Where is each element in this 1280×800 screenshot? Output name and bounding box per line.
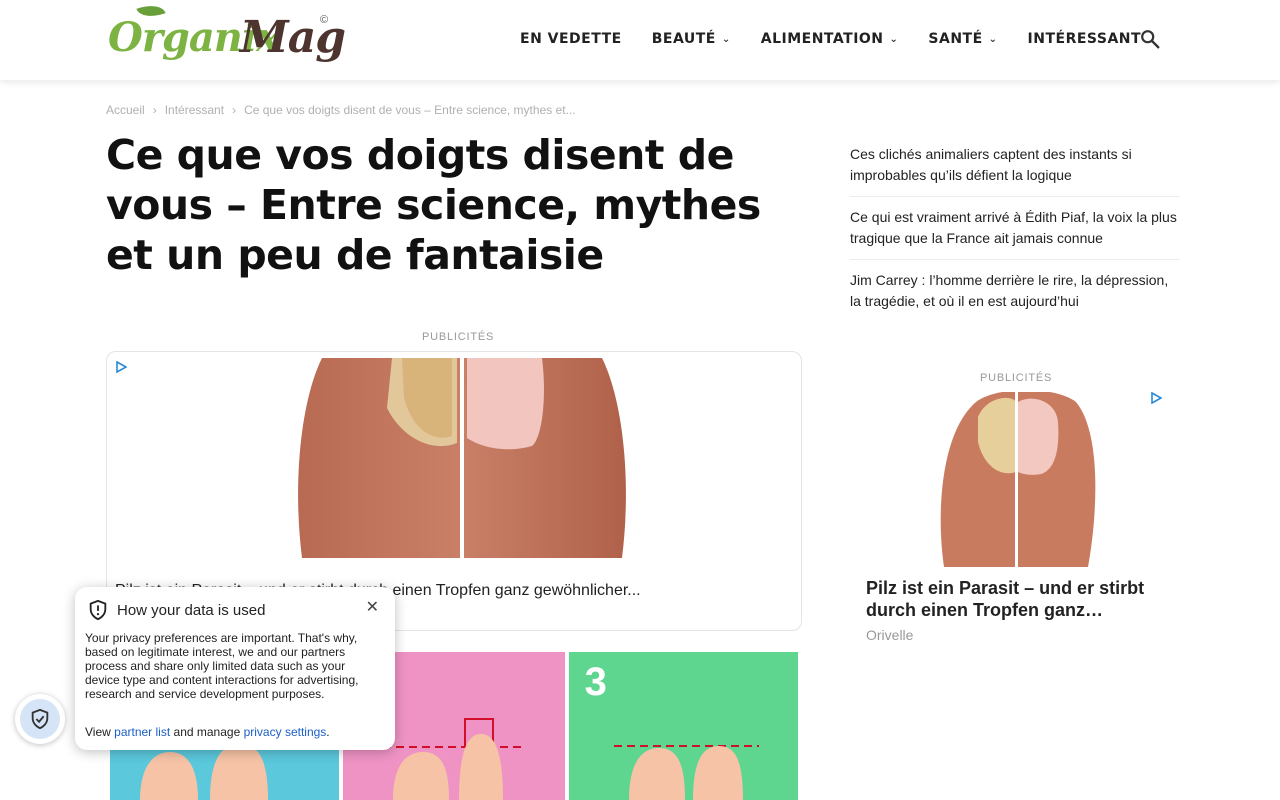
partner-list-link[interactable]: partner list	[114, 725, 170, 739]
sidebar-article-list: Ces clichés animaliers captent des insta…	[850, 144, 1180, 332]
panel-number: 3	[584, 660, 607, 704]
breadcrumb: Accueil › Intéressant › Ce que vos doigt…	[106, 103, 576, 117]
nav-item-alimentation[interactable]: ALIMENTATION ⌄	[761, 31, 899, 47]
privacy-popup: How your data is used ✕ Your privacy pre…	[75, 587, 395, 750]
nav-item-interessant[interactable]: INTÉRESSANT	[1028, 31, 1142, 47]
sidebar-ad-label: PUBLICITÉS	[980, 372, 1053, 384]
breadcrumb-separator: ›	[152, 103, 157, 117]
privacy-shield-button[interactable]	[15, 694, 65, 744]
privacy-header: How your data is used	[87, 599, 265, 621]
nav-item-en-vedette[interactable]: EN VEDETTE	[520, 31, 622, 47]
breadcrumb-current: Ce que vos doigts disent de vous – Entre…	[244, 103, 576, 117]
nav-label: SANTÉ	[928, 31, 983, 47]
privacy-links-middle: and manage	[173, 725, 241, 739]
sidebar-link[interactable]: Ces clichés animaliers captent des insta…	[850, 144, 1180, 197]
site-header: Organix Mag © EN VEDETTE BEAUTÉ ⌄ ALIMENT…	[0, 0, 1280, 80]
chevron-down-icon: ⌄	[889, 33, 899, 45]
nav-label: INTÉRESSANT	[1027, 31, 1142, 47]
nav-item-beaute[interactable]: BEAUTÉ ⌄	[652, 31, 731, 47]
privacy-title: How your data is used	[117, 601, 266, 619]
adchoices-icon[interactable]	[115, 361, 127, 373]
breadcrumb-home[interactable]: Accueil	[106, 103, 145, 117]
sidebar-ad-image[interactable]	[866, 392, 1168, 567]
shield-alert-icon	[89, 599, 107, 621]
privacy-body: Your privacy preferences are important. …	[85, 631, 359, 701]
article-title: Ce que vos doigts disent de vous – Entre…	[106, 131, 761, 279]
search-icon[interactable]	[1139, 28, 1161, 50]
nav-label: ALIMENTATION	[760, 31, 884, 47]
ad-label: PUBLICITÉS	[422, 331, 495, 343]
privacy-links: View partner list and manage privacy set…	[85, 725, 330, 739]
breadcrumb-category[interactable]: Intéressant	[165, 103, 224, 117]
privacy-links-suffix: .	[326, 725, 330, 739]
close-icon[interactable]: ✕	[366, 597, 379, 617]
breadcrumb-separator: ›	[232, 103, 237, 117]
logo-copyright: ©	[320, 14, 329, 26]
nav-label: EN VEDETTE	[520, 31, 622, 47]
sidebar-link[interactable]: Ce qui est vraiment arrivé à Édith Piaf,…	[850, 207, 1180, 260]
chevron-down-icon: ⌄	[721, 33, 731, 45]
sidebar-link[interactable]: Jim Carrey : l’homme derrière le rire, l…	[850, 270, 1180, 322]
shield-button-inner	[20, 699, 60, 739]
privacy-settings-link[interactable]: privacy settings	[244, 725, 327, 739]
finger-panel-3: 3	[568, 652, 798, 800]
sidebar-ad-source: Orivelle	[866, 627, 914, 643]
sidebar-ad-headline[interactable]: Pilz ist ein Parasit – und er stirbt dur…	[866, 577, 1166, 621]
nav-label: BEAUTÉ	[651, 31, 716, 47]
logo-text-mag: Mag	[240, 12, 346, 63]
shield-check-icon	[31, 708, 49, 730]
toenail-image[interactable]	[292, 358, 632, 558]
chevron-down-icon: ⌄	[988, 33, 998, 45]
site-logo[interactable]: Organix Mag ©	[108, 0, 346, 80]
privacy-links-prefix: View	[85, 725, 111, 739]
nav-item-sante[interactable]: SANTÉ ⌄	[928, 31, 997, 47]
main-nav: EN VEDETTE BEAUTÉ ⌄ ALIMENTATION ⌄ SANTÉ ⌄ …	[520, 31, 1171, 47]
